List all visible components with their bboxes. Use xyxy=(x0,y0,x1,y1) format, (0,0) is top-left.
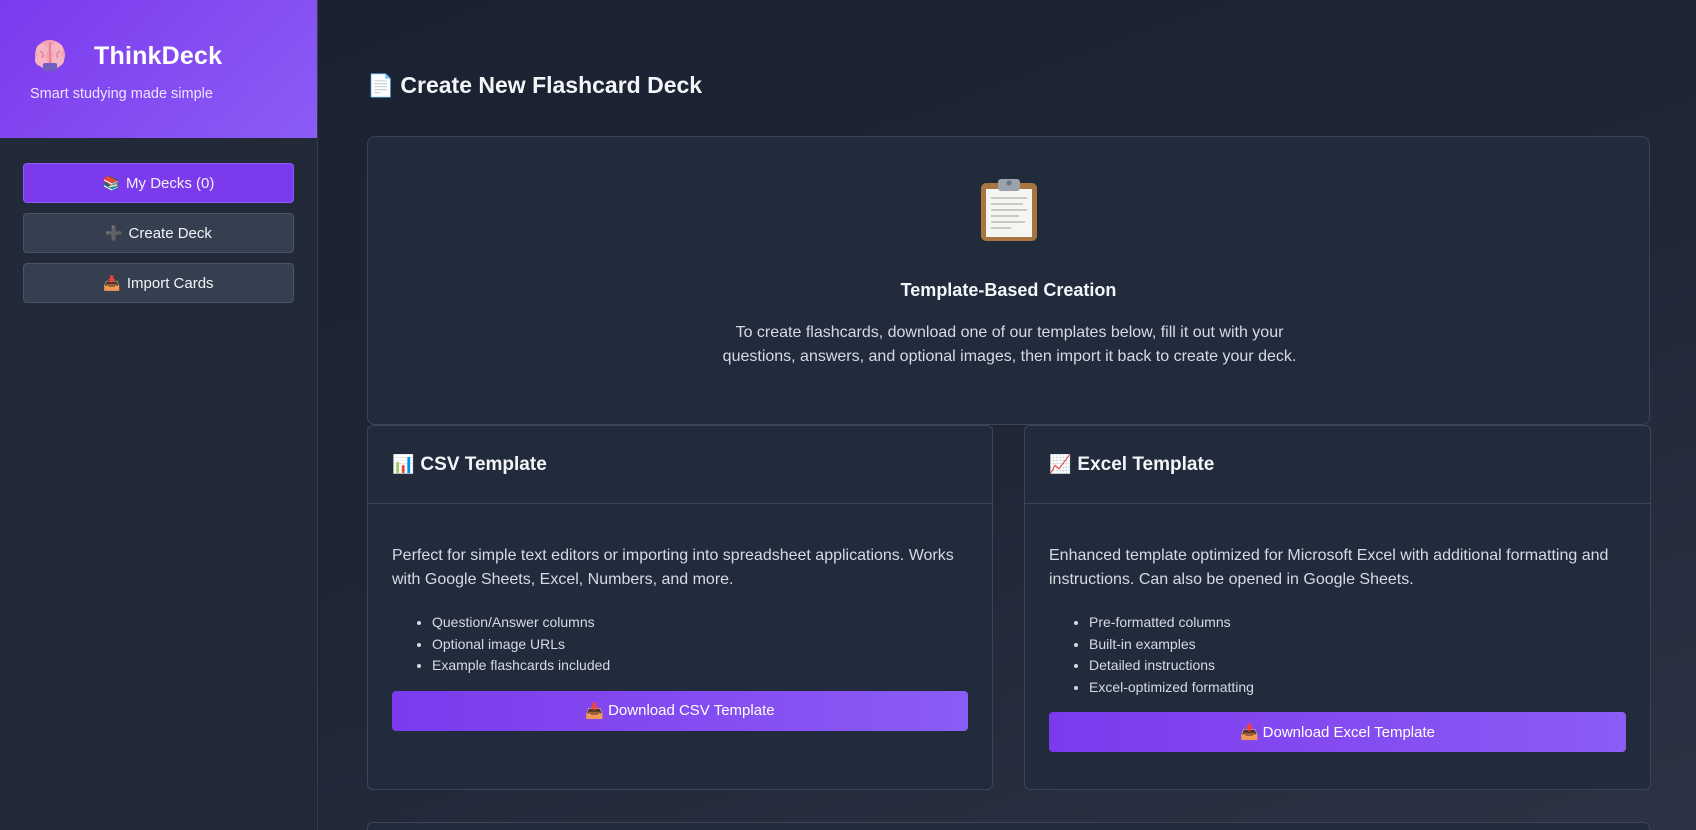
page-title: 📄 Create New Flashcard Deck xyxy=(367,72,702,99)
trending-chart-icon: 📈 xyxy=(1049,454,1072,474)
excel-card-header: 📈 Excel Template xyxy=(1025,426,1650,504)
document-icon: 📄 xyxy=(367,72,395,98)
app-title: ThinkDeck xyxy=(94,41,223,70)
app-tagline: Smart studying made simple xyxy=(30,86,213,102)
list-item: Built-in examples xyxy=(1089,634,1626,656)
csv-card-title: CSV Template xyxy=(420,453,547,475)
excel-feature-list: Pre-formatted columns Built-in examples … xyxy=(1049,612,1626,698)
bar-chart-icon: 📊 xyxy=(392,454,415,474)
list-item: Pre-formatted columns xyxy=(1089,612,1626,634)
download-excel-label: Download Excel Template xyxy=(1262,723,1435,741)
download-csv-label: Download CSV Template xyxy=(608,702,775,719)
page-title-text: Create New Flashcard Deck xyxy=(400,72,703,98)
inbox-tray-icon: 📥 xyxy=(585,702,605,720)
nav-my-decks-button[interactable]: 📚 My Decks (0) xyxy=(23,163,294,203)
nav-import-cards-button[interactable]: 📥 Import Cards xyxy=(23,263,294,303)
list-item: Detailed instructions xyxy=(1089,655,1626,677)
excel-card-title: Excel Template xyxy=(1077,453,1215,475)
brain-icon xyxy=(30,36,70,76)
list-item: Excel-optimized formatting xyxy=(1089,677,1626,699)
csv-template-card: 📊 CSV Template Perfect for simple text e… xyxy=(367,425,993,790)
csv-card-header: 📊 CSV Template xyxy=(368,426,992,504)
plus-icon: ➕ xyxy=(105,224,123,241)
list-item: Example flashcards included xyxy=(432,655,968,677)
inbox-tray-icon: 📥 xyxy=(1239,724,1259,741)
download-csv-button[interactable]: 📥 Download CSV Template xyxy=(392,690,968,731)
sidebar: ThinkDeck Smart studying made simple 📚 M… xyxy=(0,0,318,830)
template-info-description: To create flashcards, download one of ou… xyxy=(722,324,1297,365)
nav-create-deck-button[interactable]: ➕ Create Deck xyxy=(23,213,294,253)
clipboard-icon xyxy=(978,177,1040,243)
csv-feature-list: Question/Answer columns Optional image U… xyxy=(392,612,968,677)
next-section-card xyxy=(367,822,1650,830)
list-item: Question/Answer columns xyxy=(432,612,968,634)
csv-card-description: Perfect for simple text editors or impor… xyxy=(392,547,954,588)
excel-template-card: 📈 Excel Template Enhanced template optim… xyxy=(1024,425,1651,790)
inbox-tray-icon: 📥 xyxy=(103,274,121,291)
main-content: 📄 Create New Flashcard Deck Template-Bas… xyxy=(319,0,1696,830)
brand-header: ThinkDeck Smart studying made simple xyxy=(0,0,317,138)
nav-create-deck-label: Create Deck xyxy=(128,224,212,242)
nav-import-cards-label: Import Cards xyxy=(126,274,214,292)
sidebar-nav: 📚 My Decks (0) ➕ Create Deck 📥 Import Ca… xyxy=(0,138,317,303)
template-info-panel: Template-Based Creation To create flashc… xyxy=(367,136,1650,425)
template-info-title: Template-Based Creation xyxy=(900,280,1117,300)
nav-my-decks-label: My Decks (0) xyxy=(126,174,215,192)
excel-card-description: Enhanced template optimized for Microsof… xyxy=(1049,547,1609,588)
books-icon: 📚 xyxy=(102,174,121,191)
list-item: Optional image URLs xyxy=(432,634,968,656)
download-excel-button[interactable]: 📥 Download Excel Template xyxy=(1049,712,1626,752)
